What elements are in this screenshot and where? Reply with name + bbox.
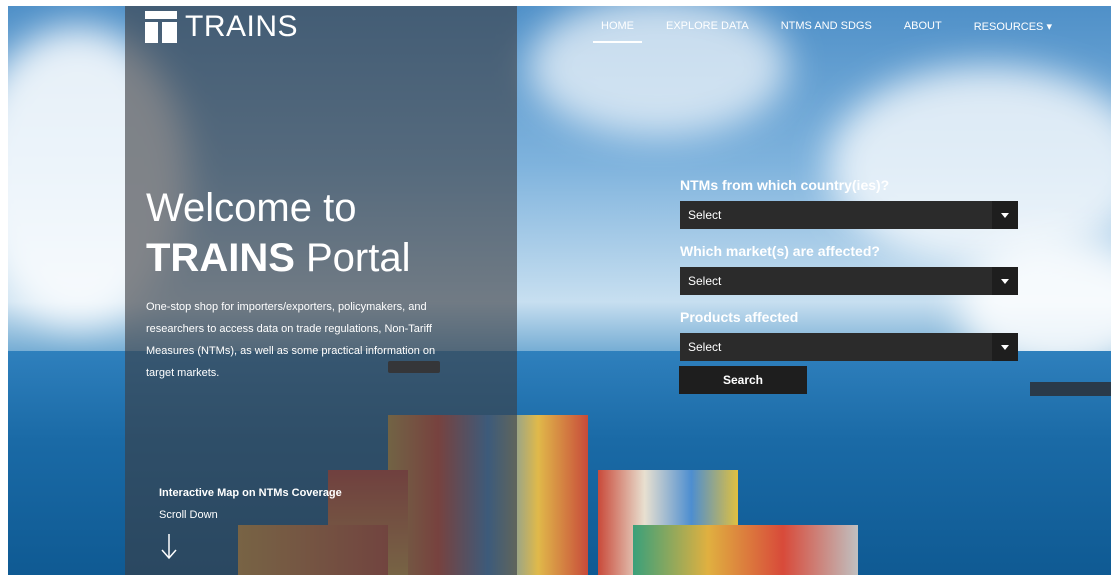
hero-title-line1: Welcome to xyxy=(146,186,357,230)
select-ntm-country-value: Select xyxy=(688,208,722,222)
nav-ntms-and-sdgs[interactable]: NTMS AND SDGS xyxy=(765,18,888,43)
nav-resources[interactable]: RESOURCES ▾ xyxy=(958,18,1068,43)
label-ntm-country: NTMs from which country(ies)? xyxy=(680,177,890,193)
select-products-affected-value: Select xyxy=(688,340,722,354)
select-affected-markets-value: Select xyxy=(688,274,722,288)
main-nav: HOME EXPLORE DATA NTMS AND SDGS ABOUT RE… xyxy=(585,18,1068,43)
hero-title-brand: TRAINS xyxy=(146,236,295,280)
chevron-down-icon[interactable] xyxy=(992,267,1018,295)
hero-description: One-stop shop for importers/exporters, p… xyxy=(146,301,436,379)
nav-home[interactable]: HOME xyxy=(585,18,650,43)
brand-name: TRAINS xyxy=(185,10,299,43)
chevron-down-icon[interactable] xyxy=(992,333,1018,361)
nav-explore-data[interactable]: EXPLORE DATA xyxy=(650,18,765,43)
select-products-affected[interactable]: Select xyxy=(680,333,1018,361)
select-ntm-country[interactable]: Select xyxy=(680,201,1018,229)
chevron-down-icon[interactable] xyxy=(992,201,1018,229)
select-affected-markets[interactable]: Select xyxy=(680,267,1018,295)
interactive-map-link[interactable]: Interactive Map on NTMs Coverage xyxy=(159,487,342,499)
search-button[interactable]: Search xyxy=(679,366,807,394)
hero-title-line2: TRAINS Portal xyxy=(146,236,411,281)
distant-ship xyxy=(1030,382,1111,396)
nav-about[interactable]: ABOUT xyxy=(888,18,958,43)
label-affected-markets: Which market(s) are affected? xyxy=(680,243,880,259)
hero-title-rest: Portal xyxy=(294,236,411,280)
arrow-down-icon[interactable] xyxy=(160,532,178,560)
logo[interactable]: TRAINS xyxy=(145,10,298,44)
scroll-down-label[interactable]: Scroll Down xyxy=(159,509,218,521)
label-products-affected: Products affected xyxy=(680,309,799,325)
trains-logo-icon xyxy=(145,11,177,43)
